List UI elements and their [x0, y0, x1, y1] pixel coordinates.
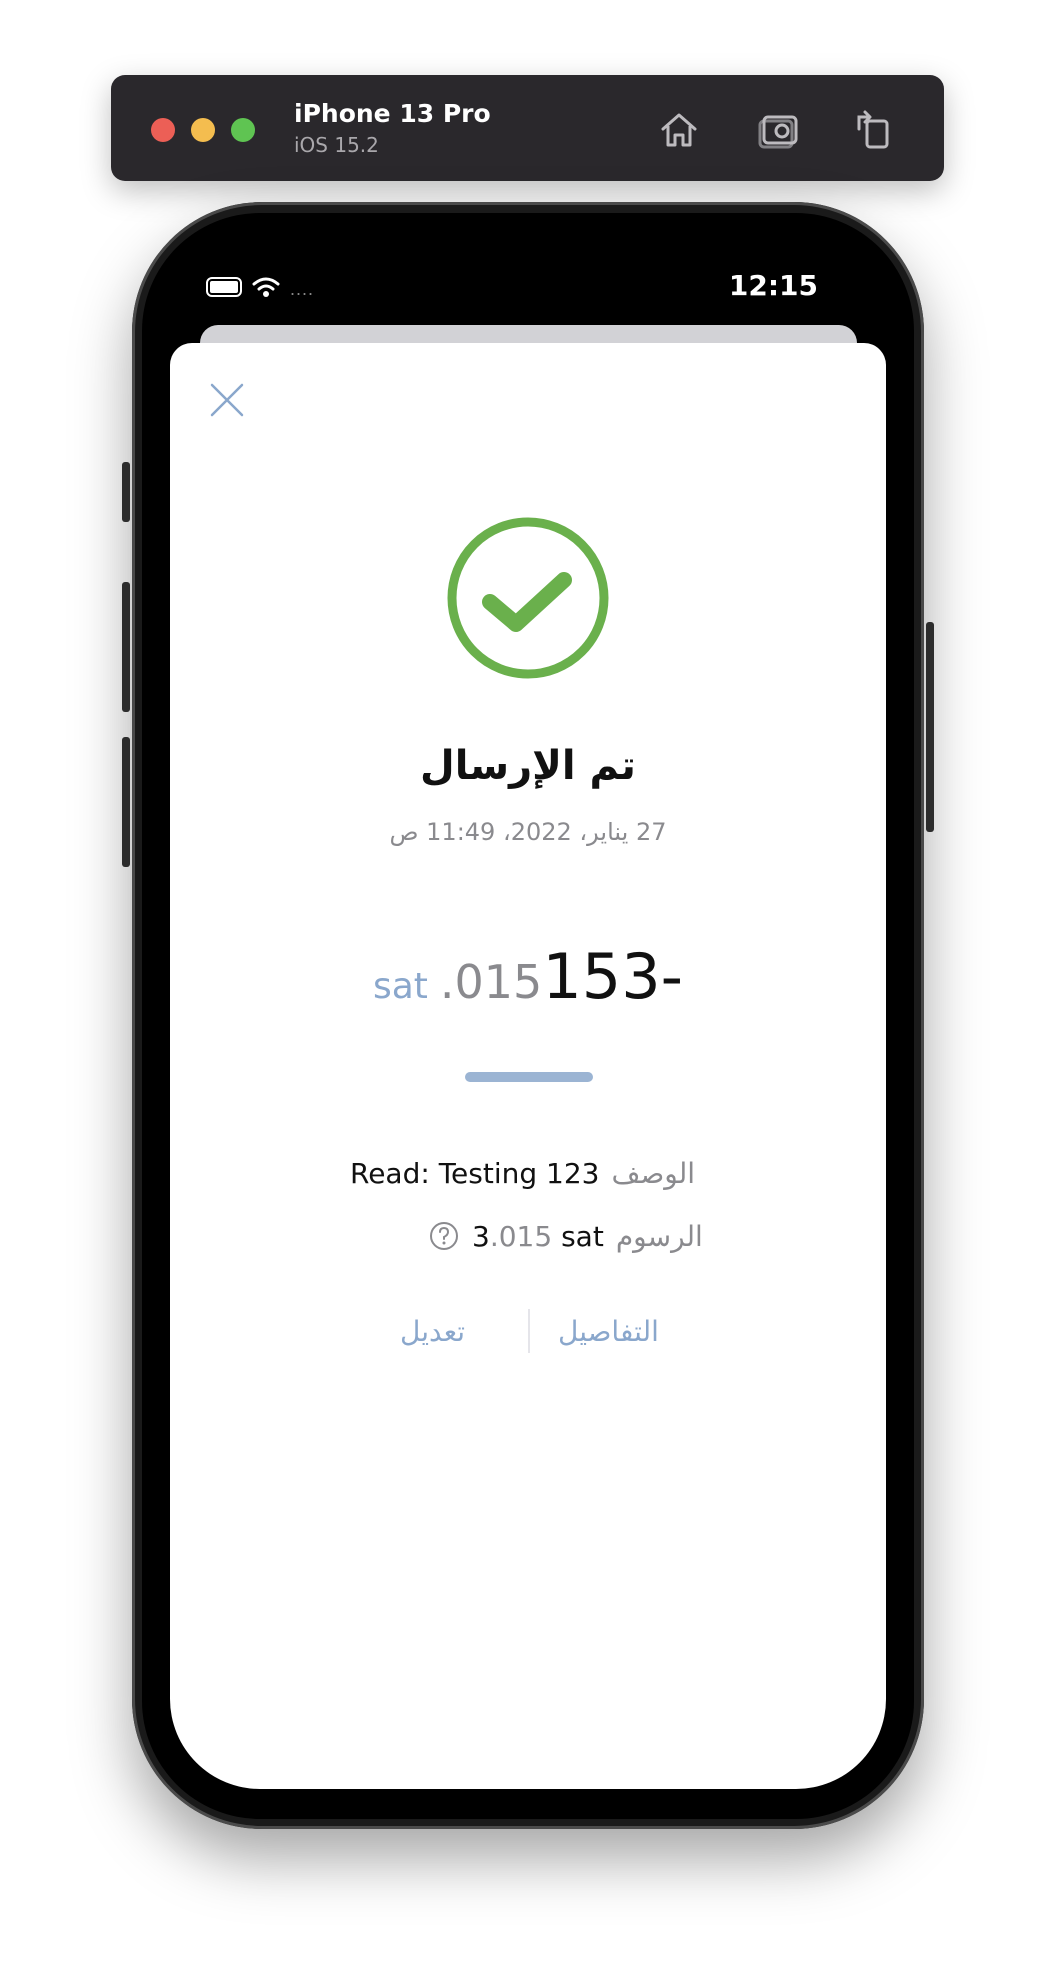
fee-row: 3.015 sat الرسوم: [428, 1216, 703, 1256]
zoom-window-button[interactable]: [231, 118, 255, 142]
fee-amount: 3.015 sat: [472, 1220, 604, 1253]
mute-switch: [122, 462, 130, 522]
device-name: iPhone 13 Pro: [294, 99, 491, 128]
status-icons: ....: [206, 273, 314, 300]
transaction-date: 27 يناير، 2022، 11:49 ص: [389, 818, 667, 846]
fee-label: الرسوم: [615, 1219, 703, 1253]
screenshot-icon[interactable]: [758, 107, 802, 151]
description-value: Read: Testing 123: [350, 1156, 600, 1190]
checkmark-circle-icon: [447, 517, 609, 679]
actions-separator: [528, 1309, 530, 1353]
transaction-amount: sat .015153-: [170, 940, 886, 1013]
battery-icon: [206, 276, 242, 297]
fee-unit: sat: [561, 1219, 604, 1253]
amount-whole: 153: [542, 940, 661, 1013]
fee-whole: 3: [472, 1219, 490, 1253]
page-title: تم الإرسال: [420, 743, 636, 789]
rotate-icon[interactable]: [851, 107, 895, 151]
volume-down-button: [122, 737, 130, 867]
amount-fraction: .015: [439, 955, 543, 1009]
description-row: Read: Testing 123 الوصف: [350, 1153, 695, 1193]
minimize-window-button[interactable]: [191, 118, 215, 142]
amount-sign: -: [660, 940, 684, 1013]
status-time: 12:15: [728, 269, 818, 302]
details-button[interactable]: التفاصيل: [558, 1315, 659, 1348]
divider-bar: [465, 1072, 593, 1082]
help-icon[interactable]: [428, 1220, 460, 1252]
amount-unit: sat: [372, 966, 428, 1007]
wifi-icon: [252, 277, 280, 297]
signal-dots: ....: [290, 279, 315, 299]
close-icon[interactable]: [208, 381, 246, 419]
home-icon[interactable]: [657, 107, 701, 151]
transaction-sheet: تم الإرسال 27 يناير، 2022، 11:49 ص sat .0…: [170, 343, 886, 1789]
fee-fraction: .015: [489, 1219, 553, 1253]
simulator-toolbar: iPhone 13 Pro iOS 15.2: [111, 75, 944, 181]
phone-screen: .... 12:15 تم الإرسال 27 يناير، 2022، 11…: [142, 213, 914, 1819]
edit-button[interactable]: تعديل: [400, 1315, 465, 1348]
power-button: [926, 622, 934, 832]
actions-row: تعديل التفاصيل: [170, 1309, 886, 1357]
device-os-version: iOS 15.2: [294, 133, 379, 157]
close-window-button[interactable]: [151, 118, 175, 142]
volume-up-button: [122, 582, 130, 712]
description-label: الوصف: [611, 1156, 696, 1190]
